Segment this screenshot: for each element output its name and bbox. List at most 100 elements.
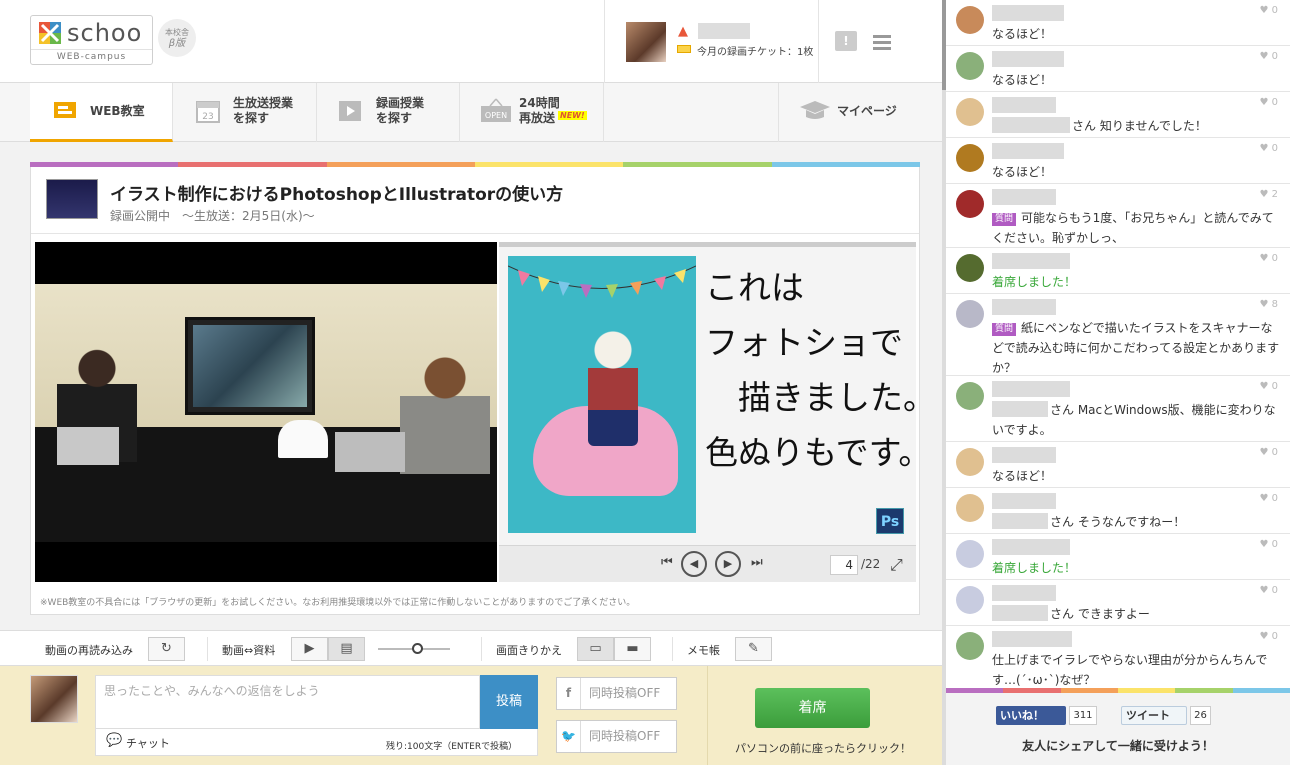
reload-label: 動画の再読み込み [45, 644, 133, 657]
like-button[interactable]: ♥ 0 [1259, 381, 1278, 392]
chat-avatar[interactable] [956, 586, 984, 614]
rainbow-segment [30, 162, 179, 167]
chat-body: なるほど！ [992, 469, 1053, 483]
reload-button[interactable]: ↻ [148, 637, 185, 661]
chat-username-redacted [992, 539, 1070, 555]
chat-username-redacted [992, 447, 1056, 463]
chat-avatar[interactable] [956, 382, 984, 410]
beta-top: 本校舎 [165, 28, 189, 37]
divider [31, 233, 919, 234]
like-button[interactable]: ♥ 0 [1259, 585, 1278, 596]
like-button[interactable]: ♥ 2 [1259, 189, 1278, 200]
like-button[interactable]: ♥ 0 [1259, 51, 1278, 62]
doc-mode-button[interactable]: ▤ [328, 637, 365, 661]
video-mode-button[interactable]: ▶ [291, 637, 328, 661]
schoo-logo[interactable]: schoo WEB-campus [30, 15, 153, 65]
like-count: 0 [1271, 447, 1278, 458]
like-button[interactable]: ♥ 0 [1259, 539, 1278, 550]
take-seat-button[interactable]: 着席 [755, 688, 870, 728]
mentioned-user-redacted [992, 513, 1048, 529]
twitter-icon: 🐦 [557, 721, 581, 752]
post-button[interactable]: 投稿 [480, 675, 538, 729]
like-button[interactable]: ♥ 0 [1259, 143, 1278, 154]
like-button[interactable]: ♥ 0 [1259, 631, 1278, 642]
facebook-crosspost-toggle[interactable]: f 同時投稿OFF [556, 677, 677, 710]
nav-label: 生放送授業 を探す [233, 96, 294, 125]
last-slide-icon[interactable]: ⏭ [751, 555, 763, 570]
nav-label: 24時間 再放送 [519, 96, 560, 125]
chat-avatar[interactable] [956, 632, 984, 660]
chat-avatar[interactable] [956, 98, 984, 126]
like-count: 0 [1271, 143, 1278, 154]
nav-item-24h-rebroadcast[interactable]: OPEN 24時間 再放送 NEW! [460, 83, 604, 142]
tweet-button[interactable]: ツイート [1121, 706, 1187, 725]
heart-icon: ♥ [1259, 493, 1272, 504]
heart-icon: ♥ [1259, 5, 1272, 16]
facebook-crosspost-label: 同時投稿OFF [589, 686, 661, 700]
chat-message-text: さん MacとWindows版、機能に変わりないですよ。 [992, 400, 1282, 440]
nav-item-my-page[interactable]: マイページ [778, 83, 942, 142]
nav-item-web-classroom[interactable]: WEB教室 [30, 83, 173, 142]
chat-avatar[interactable] [956, 540, 984, 568]
like-button[interactable]: ♥ 0 [1259, 447, 1278, 458]
chat-username-redacted [992, 381, 1070, 397]
hamburger-menu-icon[interactable] [873, 35, 891, 51]
chat-avatar[interactable] [956, 494, 984, 522]
nav-label: 録画授業 を探す [376, 96, 425, 125]
heart-icon: ♥ [1259, 585, 1272, 596]
chat-tab[interactable]: チャット [126, 735, 170, 751]
chat-avatar[interactable] [956, 448, 984, 476]
notification-icon[interactable]: ! [835, 31, 857, 51]
nav-item-live-classes[interactable]: 23 生放送授業 を探す [173, 83, 317, 142]
like-button[interactable]: ♥ 8 [1259, 299, 1278, 310]
next-slide-icon[interactable]: ▶ [715, 551, 741, 577]
prev-slide-icon[interactable]: ◀ [681, 551, 707, 577]
like-button[interactable]: ♥ 0 [1259, 493, 1278, 504]
first-slide-icon[interactable]: ⏮ [661, 555, 673, 570]
chat-body: さん そうなんですねー！ [1050, 515, 1186, 529]
like-button[interactable]: ♥ 0 [1259, 5, 1278, 16]
main-nav: WEB教室 23 生放送授業 を探す 録画授業 を探す OPEN 24時間 再放 [0, 83, 942, 142]
chat-avatar[interactable] [956, 144, 984, 172]
chat-body: なるほど！ [992, 27, 1053, 41]
chat-avatar[interactable] [956, 300, 984, 328]
chat-body: 可能ならもう1度、「お兄ちゃん」と読んでみてください。恥ずかしっ、 [992, 211, 1274, 245]
course-thumbnail[interactable] [46, 179, 98, 219]
toolbar-divider [672, 637, 673, 661]
presenter-right [400, 354, 490, 474]
screen-layout-a-button[interactable]: ▭ [577, 637, 614, 661]
like-button[interactable]: ♥ 0 [1259, 97, 1278, 108]
chat-message: ♥ 0 さん 知りませんでした！ [946, 92, 1290, 138]
toolbar-divider [207, 637, 208, 661]
rainbow-bar [30, 162, 920, 167]
facebook-like-button[interactable]: いいね！ [996, 706, 1066, 725]
slide-page-input[interactable]: 4 [830, 555, 858, 575]
screen-layout-b-button[interactable]: ▬ [614, 637, 651, 661]
chat-avatar[interactable] [956, 52, 984, 80]
memo-label: メモ帳 [687, 644, 720, 657]
chat-avatar[interactable] [956, 6, 984, 34]
chat-message: ♥ 2 質問 可能ならもう1度、「お兄ちゃん」と読んでみてください。恥ずかしっ、 [946, 184, 1290, 248]
doc-mode-icon: ▤ [340, 641, 353, 656]
chat-avatar[interactable] [956, 254, 984, 282]
chat-input[interactable]: 思ったことや、みんなへの返信をしよう [95, 675, 480, 729]
twitter-crosspost-toggle[interactable]: 🐦 同時投稿OFF [556, 720, 677, 753]
chat-message: ♥ 0 着席しました！ [946, 248, 1290, 294]
user-avatar[interactable] [626, 22, 666, 62]
chat-message: ♥ 8 質問 紙にペンなどで描いたイラストをスキャナーなどで読み込む時に何かこだわっ… [946, 294, 1290, 376]
header-divider [604, 0, 605, 83]
layout-slider-handle[interactable] [411, 643, 423, 654]
rocket-icon: ▲ [678, 24, 688, 39]
memo-button[interactable]: ✎ [735, 637, 772, 661]
play-icon [339, 101, 361, 121]
video-player[interactable] [35, 242, 497, 582]
chat-avatar[interactable] [956, 190, 984, 218]
facebook-icon: f [557, 678, 581, 709]
photoshop-icon: Ps [876, 508, 904, 534]
fullscreen-icon[interactable]: ⤢ [890, 555, 903, 575]
chat-username-redacted [992, 143, 1064, 159]
nav-item-recorded-classes[interactable]: 録画授業 を探す [317, 83, 460, 142]
like-button[interactable]: ♥ 0 [1259, 253, 1278, 264]
header-divider [818, 0, 819, 83]
chat-timeline[interactable]: ♥ 0 なるほど！ ♥ 0 なるほど！ ♥ 0 さん 知りませんでした！ ♥ 0 なるほど！ ♥… [946, 0, 1290, 688]
